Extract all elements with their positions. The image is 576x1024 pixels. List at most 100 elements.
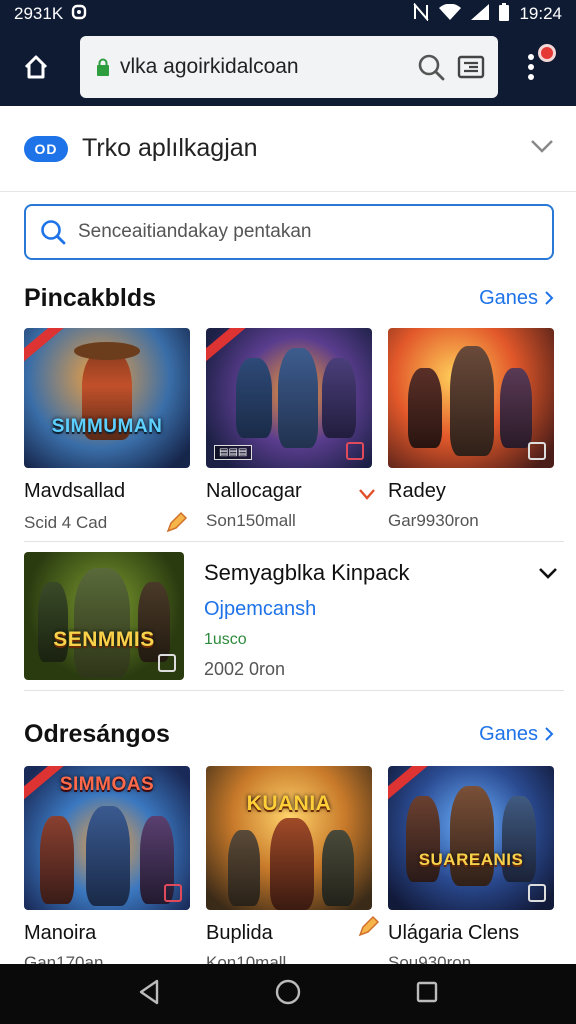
- featured-price: 1usco: [204, 631, 247, 648]
- game-art[interactable]: [388, 328, 554, 468]
- section-title: Odresángos: [24, 719, 170, 748]
- system-nav-bar: [0, 964, 576, 1024]
- character-hat: [74, 342, 140, 360]
- search-input[interactable]: [78, 221, 538, 243]
- game-art[interactable]: SIMMUMAN: [24, 328, 190, 468]
- game-art-title: SUAREANIS: [418, 850, 524, 869]
- home-nav-button[interactable]: [274, 978, 302, 1011]
- featured-art-title: SENMMIS: [53, 628, 155, 651]
- game-subtitle: Gar9930ron: [388, 511, 554, 531]
- chevron-right-icon: [545, 727, 554, 741]
- rating-badge: [346, 442, 364, 460]
- signal-icon: [471, 3, 490, 25]
- game-name[interactable]: Mavdsallad: [24, 480, 190, 503]
- game-card[interactable]: SIMMUMAN Mavdsallad Scid 4 Cad: [24, 328, 190, 550]
- status-bar: 2931K 19:24: [0, 0, 576, 28]
- game-subtitle-text: Son150mall: [206, 511, 296, 530]
- featured-meta: 2002 0ron: [204, 659, 286, 679]
- character-figure: [500, 368, 532, 448]
- status-right: 19:24: [413, 1, 562, 26]
- back-icon: [139, 979, 158, 1004]
- platform-tag: ▤▤▤: [214, 445, 253, 460]
- game-art[interactable]: SUAREANIS: [388, 766, 554, 910]
- recents-icon: [417, 981, 438, 1002]
- status-time: 19:24: [519, 4, 562, 23]
- chevron-right-icon: [545, 291, 554, 305]
- game-card[interactable]: ▤▤▤ Nallocagar Son150mall: [206, 328, 375, 550]
- character-figure: [86, 806, 130, 906]
- game-art[interactable]: SIMMOAS: [24, 766, 190, 910]
- game-subtitle-text: Gar9930ron: [388, 511, 479, 530]
- search-bar[interactable]: [24, 204, 554, 260]
- rating-badge: [164, 884, 182, 902]
- lock-icon: [96, 58, 110, 76]
- featured-link[interactable]: Ojpemcansh: [204, 598, 564, 621]
- status-left: 2931K: [14, 4, 87, 25]
- pencil-icon: [166, 511, 188, 533]
- chevron-down-icon: [539, 568, 557, 579]
- character-figure: [40, 816, 74, 904]
- search-button[interactable]: [416, 52, 446, 82]
- featured-title[interactable]: Semyagblka Kinpack: [204, 560, 564, 586]
- search-icon: [418, 54, 445, 81]
- game-card[interactable]: Radey Gar9930ron: [388, 328, 554, 550]
- overflow-menu-button[interactable]: [516, 42, 556, 92]
- battery-icon: [499, 2, 510, 26]
- game-art-title: SIMMUMAN: [51, 416, 163, 437]
- notification-badge: [538, 44, 556, 62]
- reader-mode-icon: [457, 55, 485, 79]
- page-title: Trko aplılkagjan: [82, 134, 258, 162]
- app-toggle[interactable]: OD: [24, 135, 68, 162]
- game-name[interactable]: Ulágaria Clens: [388, 922, 554, 945]
- character-figure: [278, 348, 318, 448]
- divider: [24, 690, 564, 691]
- game-art-title: KUANIA: [246, 792, 332, 815]
- game-subtitle-text: Scid 4 Cad: [24, 513, 108, 532]
- status-left-text: 2931K: [14, 4, 64, 23]
- address-bar[interactable]: vlka agoirkidalcoan: [80, 36, 498, 98]
- more-vert-icon: [528, 54, 534, 80]
- section-games-link[interactable]: Ganes: [479, 287, 554, 310]
- url-text[interactable]: vlka agoirkidalcoan: [120, 55, 406, 79]
- rating-badge: [158, 654, 176, 672]
- character-figure: [236, 358, 272, 438]
- game-name[interactable]: Radey: [388, 480, 554, 503]
- rating-badge: [528, 884, 546, 902]
- section-header-popular: Pincakblds Ganes: [24, 280, 554, 316]
- character-figure: [74, 568, 130, 678]
- character-figure: [322, 358, 356, 438]
- character-figure: [450, 786, 494, 886]
- character-figure: [322, 830, 354, 906]
- ribbon-decoration: [206, 328, 247, 367]
- reader-mode-button[interactable]: [456, 52, 486, 82]
- pencil-icon: [358, 915, 380, 937]
- divider: [24, 541, 564, 542]
- game-art[interactable]: KUANIA: [206, 766, 372, 910]
- game-name[interactable]: Manoira: [24, 922, 190, 945]
- game-name[interactable]: Nallocagar: [206, 480, 372, 503]
- expand-header-button[interactable]: [530, 139, 554, 158]
- character-figure: [270, 818, 314, 910]
- character-figure: [408, 368, 442, 448]
- home-icon: [24, 55, 48, 79]
- back-button[interactable]: [137, 979, 161, 1010]
- recents-button[interactable]: [415, 980, 439, 1009]
- featured-art[interactable]: SENMMIS: [24, 552, 184, 680]
- character-figure: [450, 346, 494, 456]
- nfc-icon: [413, 1, 430, 26]
- game-art[interactable]: ▤▤▤: [206, 328, 372, 468]
- search-icon: [41, 220, 66, 245]
- notification-icon: [71, 4, 87, 25]
- home-button[interactable]: [14, 45, 58, 89]
- game-name[interactable]: Buplida: [206, 922, 372, 945]
- rating-badge: [528, 442, 546, 460]
- chevron-down-icon: [531, 140, 553, 153]
- featured-info: Semyagblka Kinpack Ojpemcansh 1usco 2002…: [204, 552, 564, 690]
- game-subtitle: Scid 4 Cad: [24, 511, 190, 535]
- section-header-recommended: Odresángos Ganes: [24, 716, 554, 752]
- ribbon-decoration: [24, 766, 65, 805]
- game-art-title: SIMMOAS: [59, 774, 155, 795]
- section-games-link[interactable]: Ganes: [479, 723, 554, 746]
- featured-game[interactable]: SENMMIS Semyagblka Kinpack Ojpemcansh 1u…: [24, 552, 564, 690]
- expand-featured-button[interactable]: [538, 566, 558, 584]
